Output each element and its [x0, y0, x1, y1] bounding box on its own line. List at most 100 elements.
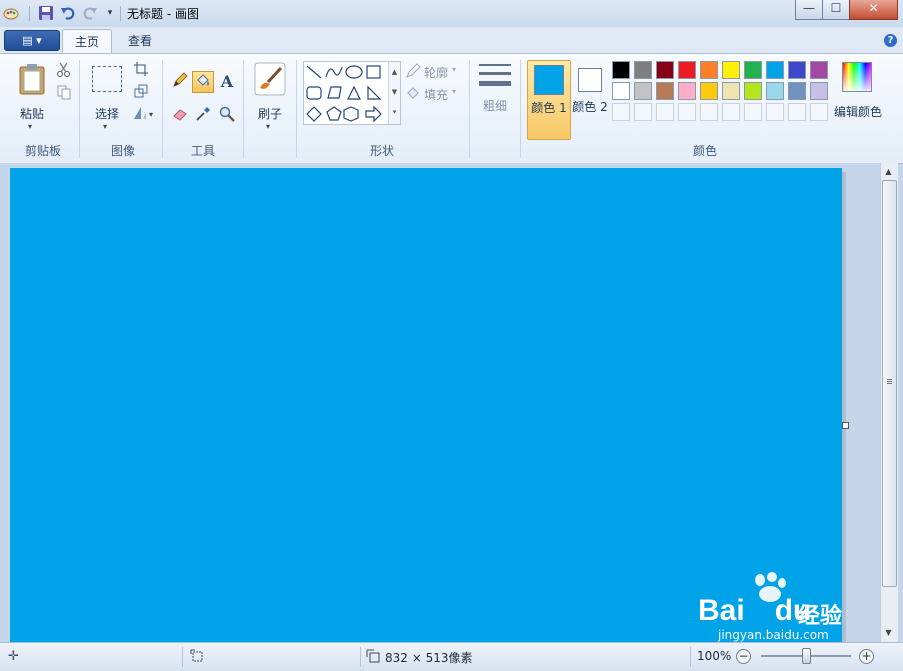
palette-swatch[interactable]: [810, 61, 828, 79]
drawing-canvas[interactable]: [10, 168, 842, 642]
palette-swatch[interactable]: [744, 82, 762, 100]
save-icon[interactable]: [38, 5, 54, 21]
palette-swatch[interactable]: [656, 82, 674, 100]
zoom-slider-thumb[interactable]: [801, 648, 811, 664]
color2-button[interactable]: 颜色 2: [572, 60, 608, 138]
custom-color-slot[interactable]: [678, 103, 696, 121]
shapes-gallery[interactable]: ▲ ▼ ▾: [303, 61, 401, 125]
outline-label: 轮廓: [424, 66, 449, 80]
fill-label: 填充: [424, 88, 449, 102]
custom-color-slot[interactable]: [766, 103, 784, 121]
color1-label: 颜色 1: [531, 101, 567, 115]
scissors-icon[interactable]: [53, 60, 75, 82]
custom-color-slot[interactable]: [788, 103, 806, 121]
palette-swatch[interactable]: [788, 82, 806, 100]
scroll-up-arrow[interactable]: ▲: [880, 164, 897, 180]
palette-swatch[interactable]: [766, 61, 784, 79]
palette-swatch[interactable]: [634, 61, 652, 79]
window-title: 无标题 - 画图: [127, 7, 199, 21]
palette-swatch[interactable]: [722, 61, 740, 79]
palette-swatch[interactable]: [700, 61, 718, 79]
group-separator: [243, 60, 244, 158]
custom-color-slot[interactable]: [612, 103, 630, 121]
paste-button[interactable]: 粘贴 ▾: [14, 60, 50, 134]
group-label-colors: 颜色: [692, 144, 717, 158]
redo-icon[interactable]: [82, 5, 98, 21]
eraser-icon[interactable]: [169, 105, 191, 127]
group-label-shapes: 形状: [369, 144, 394, 158]
chevron-down-icon: ▾: [266, 122, 271, 131]
rotate-icon[interactable]: ▾: [130, 104, 158, 126]
brushes-label: 刷子: [257, 107, 282, 121]
palette-swatch[interactable]: [612, 82, 630, 100]
undo-icon[interactable]: [60, 5, 76, 21]
zoom-in-button[interactable]: +: [859, 649, 874, 664]
separator: [360, 647, 361, 667]
paint-palette-icon[interactable]: [3, 5, 19, 21]
custom-color-slot[interactable]: [700, 103, 718, 121]
ribbon: 粘贴 ▾ 剪贴板 选择 ▾ ▾ 图像 A 工具 刷子 ▾ ▲ ▼ ▾ 轮廓 ▾ …: [0, 53, 903, 164]
magnifier-icon[interactable]: [216, 105, 238, 127]
custom-color-slot[interactable]: [722, 103, 740, 121]
group-separator: [79, 60, 80, 158]
copy-icon[interactable]: [53, 83, 75, 105]
minimize-button[interactable]: —: [795, 0, 823, 20]
brushes-button[interactable]: 刷子 ▾: [250, 60, 290, 134]
close-button[interactable]: ✕: [849, 0, 898, 20]
color1-swatch: [534, 65, 564, 95]
maximize-button[interactable]: ☐: [822, 0, 850, 20]
palette-swatch[interactable]: [810, 82, 828, 100]
color-spectrum-icon: [842, 62, 872, 92]
gallery-scroll[interactable]: ▲ ▼ ▾: [388, 62, 400, 124]
custom-color-slot[interactable]: [744, 103, 762, 121]
group-separator: [162, 60, 163, 158]
chevron-down-icon: ▾: [103, 122, 108, 131]
help-icon[interactable]: ?: [884, 34, 897, 47]
svg-text:▾: ▾: [149, 110, 153, 119]
color-picker-icon[interactable]: [192, 105, 214, 127]
zoom-out-button[interactable]: −: [736, 649, 751, 664]
palette-swatch[interactable]: [700, 82, 718, 100]
select-label: 选择: [94, 107, 119, 121]
watermark-brand-part1: Bai: [698, 594, 745, 627]
color2-label: 颜色 2: [572, 100, 608, 114]
palette-swatch[interactable]: [678, 82, 696, 100]
palette-swatch[interactable]: [722, 82, 740, 100]
custom-color-slot[interactable]: [634, 103, 652, 121]
chevron-down-icon: ▾: [28, 122, 33, 131]
palette-swatch[interactable]: [788, 61, 806, 79]
color2-swatch: [578, 68, 602, 92]
palette-swatch[interactable]: [612, 61, 630, 79]
tab-home[interactable]: 主页: [62, 29, 113, 54]
pencil-icon[interactable]: [169, 71, 191, 93]
color1-button[interactable]: 颜色 1: [527, 60, 571, 140]
size-label: 粗细: [479, 98, 511, 114]
palette-swatch[interactable]: [634, 82, 652, 100]
title-bar: ▾ 无标题 - 画图 — ☐ ✕: [0, 0, 903, 28]
text-tool-icon[interactable]: A: [216, 71, 238, 93]
scroll-thumb[interactable]: [882, 180, 897, 587]
scroll-down-arrow[interactable]: ▼: [880, 625, 897, 641]
group-separator: [296, 60, 297, 158]
canvas-resize-handle[interactable]: [842, 422, 849, 429]
tab-view[interactable]: 查看: [116, 29, 164, 53]
brush-icon: [254, 62, 286, 96]
size-label-text: 粗细: [482, 99, 507, 113]
file-menu-button[interactable]: ▤ ▾: [4, 30, 60, 51]
outline-icon: [405, 63, 421, 82]
palette-swatch[interactable]: [766, 82, 784, 100]
palette-swatch[interactable]: [656, 61, 674, 79]
palette-swatch[interactable]: [678, 61, 696, 79]
size-button[interactable]: 粗细: [475, 60, 515, 134]
palette-swatch[interactable]: [744, 61, 762, 79]
custom-color-slot[interactable]: [810, 103, 828, 121]
dropdown-icon[interactable]: ▾: [102, 5, 118, 21]
group-label-image: 图像: [110, 144, 135, 158]
resize-icon[interactable]: [130, 82, 152, 104]
fill-bucket-icon[interactable]: [192, 71, 214, 93]
select-button[interactable]: 选择 ▾: [88, 60, 126, 134]
custom-color-slot[interactable]: [656, 103, 674, 121]
crop-icon[interactable]: [130, 60, 152, 82]
baidu-watermark: Bai du 经验 jingyan.baidu.com: [698, 572, 858, 642]
edit-colors-button[interactable]: 编辑颜色: [834, 60, 882, 134]
